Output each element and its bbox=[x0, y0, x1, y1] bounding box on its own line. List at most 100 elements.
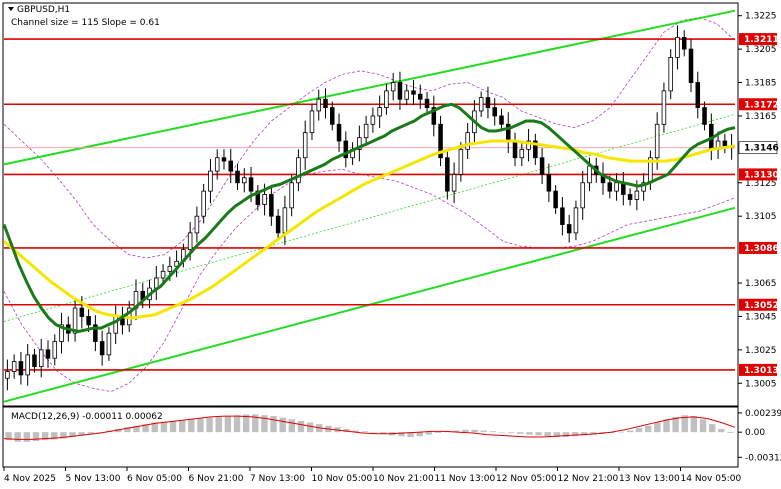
macd-histogram-bar bbox=[206, 417, 213, 433]
candle-bull bbox=[194, 215, 200, 234]
candle-bull bbox=[262, 194, 267, 205]
candle-bull bbox=[160, 270, 166, 279]
macd-histogram-bar bbox=[498, 432, 506, 433]
candle-bear bbox=[86, 316, 91, 326]
time-tick-label: 14 Nov 05:00 bbox=[681, 474, 742, 484]
candle-bull bbox=[458, 148, 464, 175]
dropdown-triangle-icon[interactable] bbox=[8, 7, 14, 11]
macd-histogram-bar bbox=[718, 428, 725, 433]
macd-histogram-bar bbox=[197, 418, 204, 433]
candle-bull bbox=[634, 190, 640, 200]
macd-histogram-bar bbox=[297, 420, 305, 433]
candle-bear bbox=[566, 224, 572, 234]
candle-bear bbox=[99, 341, 105, 356]
macd-histogram-bar bbox=[279, 417, 286, 433]
candle-bull bbox=[214, 157, 220, 172]
lower-band-line bbox=[3, 168, 736, 393]
price-tick-label: 1.3205 bbox=[745, 45, 777, 55]
candle-bull bbox=[519, 148, 525, 159]
time-tick-label: 13 Nov 13:00 bbox=[619, 474, 680, 484]
candle-bear bbox=[228, 160, 234, 172]
time-tick-label: 5 Nov 13:00 bbox=[66, 474, 121, 484]
candle-bear bbox=[546, 174, 552, 192]
candle-bull bbox=[465, 132, 470, 150]
macd-histogram-bar bbox=[654, 422, 661, 433]
macd-histogram-bar bbox=[480, 430, 487, 433]
candle-bear bbox=[221, 157, 227, 162]
macd-tick-label: -0.00312 bbox=[745, 453, 781, 463]
candle-bull bbox=[404, 90, 409, 100]
candle-bull bbox=[282, 207, 288, 234]
candle-bull bbox=[289, 182, 294, 209]
candle-bear bbox=[18, 361, 24, 376]
candle-bull bbox=[52, 341, 58, 359]
macd-histogram-bar bbox=[288, 419, 296, 433]
time-tick-label: 11 Nov 13:00 bbox=[435, 474, 496, 484]
candle-bear bbox=[702, 107, 707, 125]
candle-bear bbox=[445, 157, 450, 192]
candle-bear bbox=[627, 194, 633, 200]
candle-bull bbox=[654, 123, 660, 159]
candle-bull bbox=[580, 182, 585, 209]
macd-histogram-bar bbox=[535, 432, 542, 436]
upper-band-line bbox=[3, 16, 736, 259]
candle-bear bbox=[418, 93, 423, 100]
candle-bull bbox=[187, 232, 193, 251]
macd-histogram-bar bbox=[462, 429, 469, 433]
candle-bear bbox=[235, 170, 240, 184]
macd-histogram-bar bbox=[708, 424, 716, 433]
candle-bear bbox=[275, 215, 281, 234]
candle-bear bbox=[397, 82, 403, 100]
macd-histogram-bar bbox=[471, 429, 478, 433]
candle-bear bbox=[722, 140, 728, 147]
macd-tick-label: 0.00 bbox=[745, 428, 765, 438]
level-label: 1.3086 bbox=[744, 244, 779, 254]
moving-averages bbox=[2, 102, 736, 334]
macd-histogram-bar bbox=[507, 432, 515, 433]
candle-bear bbox=[512, 140, 518, 159]
macd-histogram-bar bbox=[517, 432, 524, 434]
macd-histogram-bar bbox=[663, 419, 670, 433]
macd-label: MACD(12,26,9) -0.00011 0.00062 bbox=[11, 412, 163, 422]
candles bbox=[5, 25, 734, 391]
channel-middle-line bbox=[3, 113, 736, 322]
time-tick-label: 10 Nov 05:00 bbox=[312, 474, 373, 484]
macd-histogram-bar bbox=[306, 422, 314, 433]
macd-histogram-bar bbox=[626, 430, 634, 433]
candle-bear bbox=[323, 98, 328, 108]
price-chart[interactable]: 1.32251.32051.31851.31651.31251.31051.30… bbox=[0, 0, 781, 489]
macd-histogram-bar bbox=[690, 416, 698, 433]
candle-bear bbox=[492, 107, 497, 117]
candle-bull bbox=[451, 174, 457, 192]
candle-bull bbox=[11, 361, 17, 372]
macd-histogram-bar bbox=[562, 432, 570, 437]
price-tick-label: 1.3005 bbox=[745, 379, 777, 389]
candle-bull bbox=[390, 82, 396, 92]
candle-bull bbox=[309, 110, 315, 134]
macd-histogram-bar bbox=[434, 432, 442, 433]
time-tick-label: 12 Nov 21:00 bbox=[558, 474, 619, 484]
time-tick-label: 4 Nov 2025 bbox=[4, 474, 56, 484]
candle-bull bbox=[106, 332, 112, 356]
candle-bull bbox=[201, 190, 206, 217]
level-label: 1.3052 bbox=[744, 301, 779, 311]
slow-moving-average-line bbox=[3, 139, 736, 320]
candle-bull bbox=[587, 165, 592, 184]
current-price-label: 1.3146 bbox=[744, 144, 779, 154]
price-tick-label: 1.3045 bbox=[745, 312, 777, 322]
candle-bull bbox=[38, 349, 44, 367]
candle-bull bbox=[614, 182, 619, 192]
candle-bull bbox=[302, 132, 308, 159]
candle-bull bbox=[208, 170, 213, 192]
chart-window: 1.3225 1.3205 1.3185 1.3165 1.3125 1.3105 1.30… bbox=[0, 0, 781, 489]
candle-bear bbox=[560, 207, 565, 225]
candle-bear bbox=[499, 115, 504, 125]
candle-bull bbox=[316, 98, 321, 112]
macd-histogram-bar bbox=[160, 421, 168, 433]
candle-bull bbox=[363, 123, 369, 139]
time-tick-label: 10 Nov 21:00 bbox=[373, 474, 434, 484]
candle-bear bbox=[485, 97, 491, 108]
symbol-label: GBPUSD,H1 bbox=[17, 5, 70, 15]
macd-histogram-bar bbox=[215, 416, 222, 433]
candle-bull bbox=[25, 354, 30, 376]
